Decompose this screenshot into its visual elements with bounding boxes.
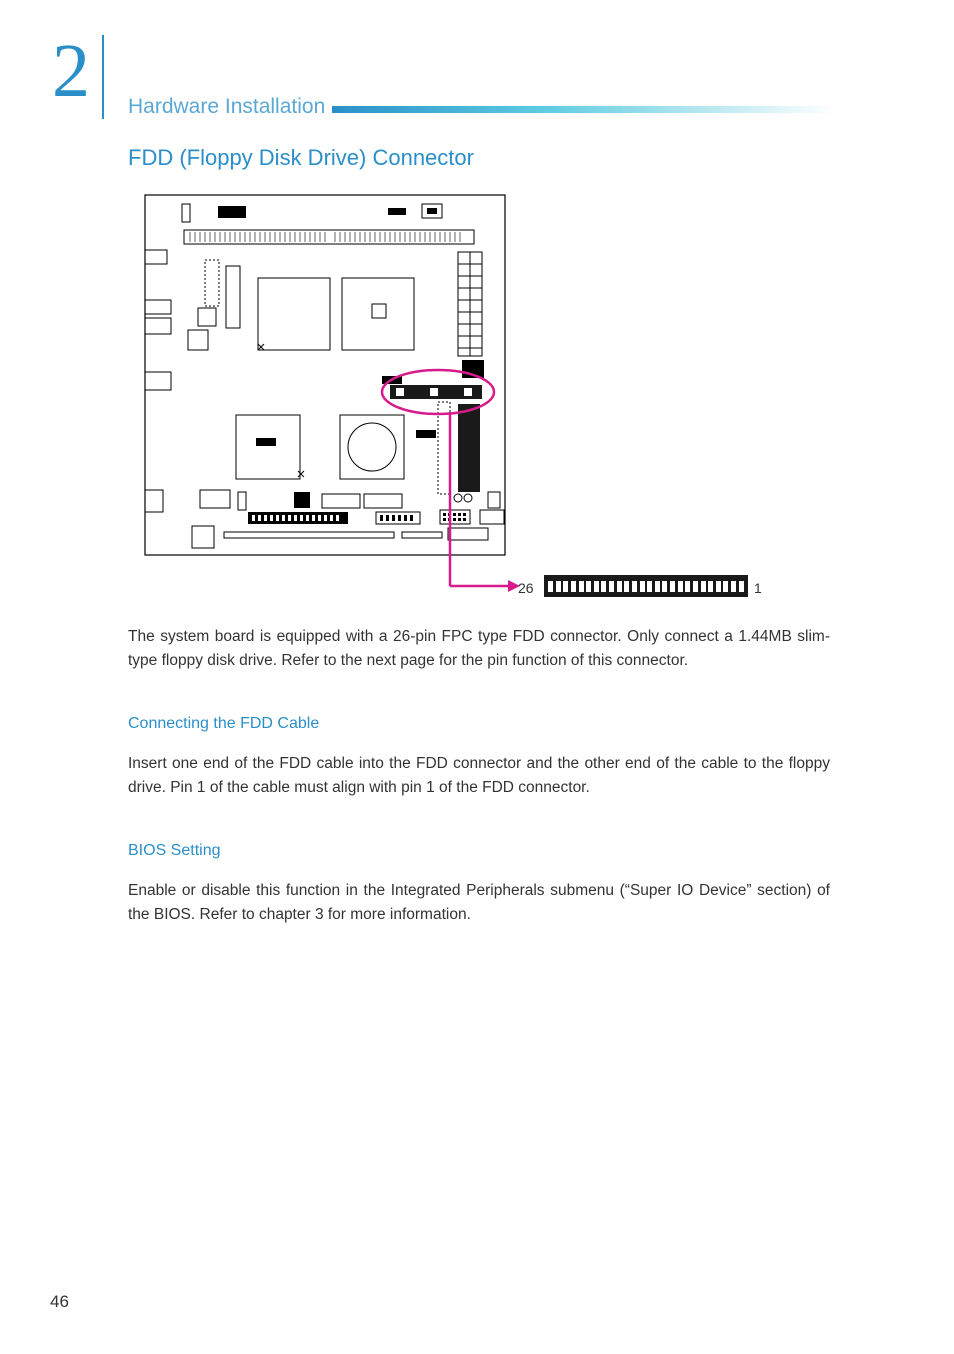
fdd-pin-strip: [544, 575, 748, 597]
bios-setting-paragraph: Enable or disable this function in the I…: [128, 879, 830, 927]
connecting-cable-paragraph: Insert one end of the FDD cable into the…: [128, 752, 830, 800]
subheading-connecting-cable: Connecting the FDD Cable: [128, 715, 319, 733]
chapter-number: 2: [52, 28, 90, 115]
pin-label-26: 26: [518, 580, 534, 596]
chapter-title: Hardware Installation: [128, 95, 325, 119]
section-title: FDD (Floppy Disk Drive) Connector: [128, 145, 474, 171]
callout-overlay: [140, 190, 820, 610]
chapter-divider: [102, 35, 104, 119]
pin-label-1: 1: [754, 580, 762, 596]
motherboard-diagram: 26 1: [140, 190, 820, 610]
subheading-bios-setting: BIOS Setting: [128, 842, 221, 860]
page-number: 46: [50, 1292, 69, 1312]
intro-paragraph: The system board is equipped with a 26-p…: [128, 625, 830, 673]
header-gradient-rule: [332, 106, 836, 113]
